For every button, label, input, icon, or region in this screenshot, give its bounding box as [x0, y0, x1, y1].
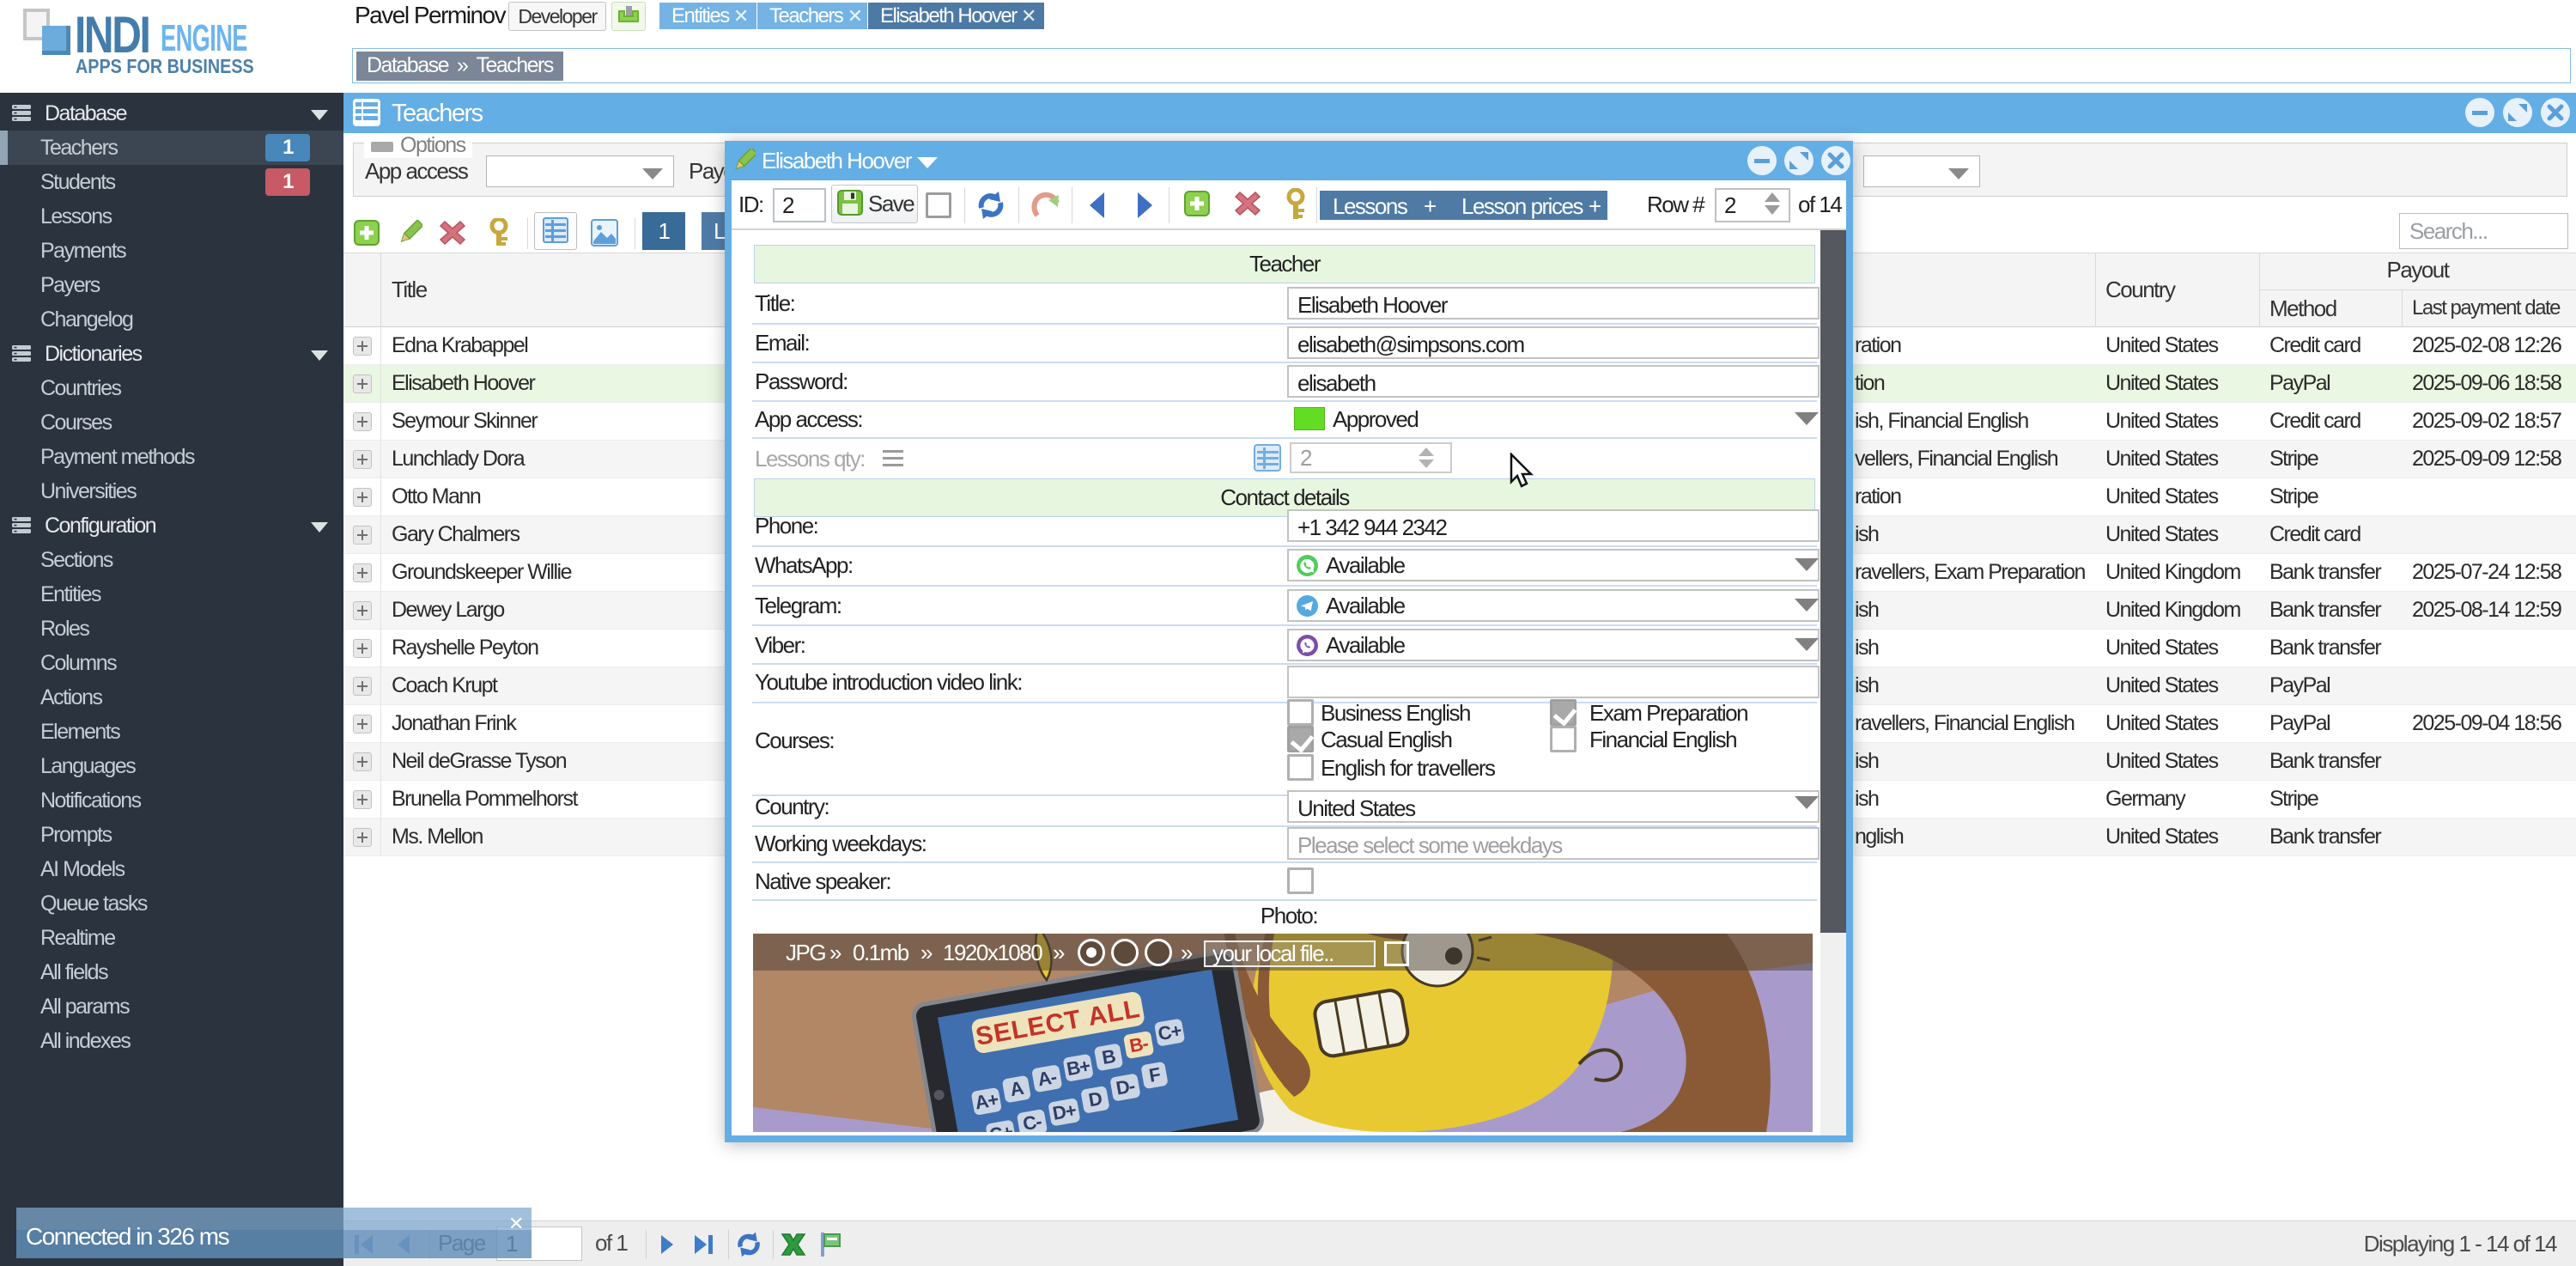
svg-text:D+: D+ [1051, 1099, 1078, 1124]
svg-text:A+: A+ [973, 1088, 999, 1113]
svg-text:C+: C+ [1157, 1019, 1183, 1044]
svg-text:B+: B+ [1065, 1055, 1091, 1080]
